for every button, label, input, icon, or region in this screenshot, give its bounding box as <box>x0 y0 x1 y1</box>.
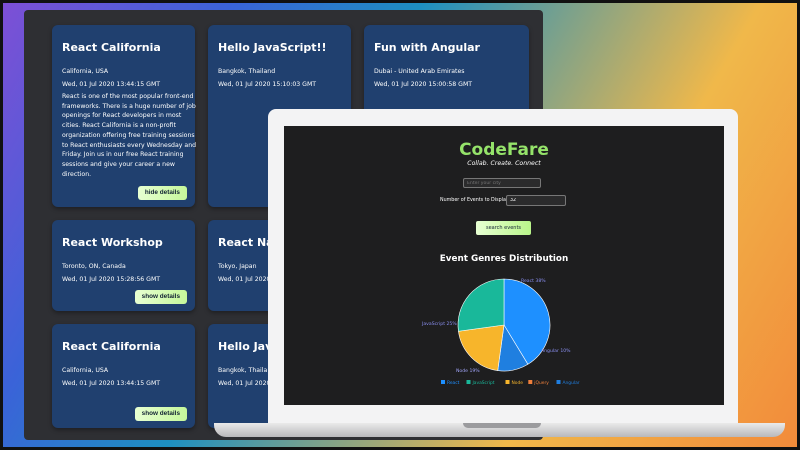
hide-details-button[interactable]: hide details <box>137 186 187 200</box>
legend-label-jquery[interactable]: jQuery <box>533 380 549 386</box>
event-location: California, USA <box>62 367 109 374</box>
genre-pie-chart: React 38% Angular 10% Node 19% JavaScript 2… <box>421 278 580 386</box>
pie-label-angular: Angular 10% <box>541 348 571 354</box>
event-date: Wed, 01 Jul 2020 15:00:58 GMT <box>374 81 473 88</box>
pie-label-node: Node 19% <box>456 368 480 374</box>
event-title: React Workshop <box>62 236 163 249</box>
laptop-screen: CodeFare Collab. Create. Connect Number … <box>284 126 724 405</box>
legend-label-react[interactable]: React <box>447 380 460 386</box>
legend-swatch-angular <box>556 380 561 384</box>
event-date: Wed, 01 Jul 2020 13:44:15 GMT <box>62 380 161 387</box>
event-date: Wed, 01 Jul 2020 <box>218 380 271 387</box>
event-location: Dubai - United Arab Emirates <box>374 68 465 75</box>
legend-swatch-javascript <box>466 380 471 384</box>
event-location: Bangkok, Thailand <box>218 68 276 75</box>
event-card: React California California, USA Wed, 01… <box>52 324 195 428</box>
event-title: React California <box>62 340 161 353</box>
event-date: Wed, 01 Jul 2020 15:10:03 GMT <box>218 81 317 88</box>
show-details-button[interactable]: show details <box>134 290 187 304</box>
pie-slice-node[interactable] <box>458 324 505 371</box>
legend-swatch-jquery <box>528 380 533 384</box>
legend-label-node[interactable]: Node <box>512 380 524 386</box>
event-title: Fun with Angular <box>374 41 480 54</box>
legend-swatch-react <box>441 380 445 384</box>
event-date: Wed, 01 Jul 2020 15:28:56 GMT <box>62 276 161 283</box>
event-title: Hello JavaScript!! <box>218 41 327 54</box>
event-location: California, USA <box>62 68 109 75</box>
show-details-button[interactable]: show details <box>134 407 187 421</box>
event-date: Wed, 01 Jul 2020 13:44:15 GMT <box>62 81 161 88</box>
event-card: React California California, USA Wed, 01… <box>52 25 197 207</box>
pie-label-react: React 38% <box>521 278 546 284</box>
legend-swatch-node <box>505 380 510 384</box>
pie-label-javascript: JavaScript 25% <box>421 321 457 327</box>
event-card: React Workshop Toronto, ON, Canada Wed, … <box>52 220 195 311</box>
legend-label-javascript[interactable]: JavaScript <box>472 380 495 386</box>
pie-slice-javascript[interactable] <box>457 278 505 332</box>
laptop-notch <box>463 423 541 428</box>
event-title: React California <box>62 41 161 54</box>
event-description: React is one of the most popular front-e… <box>62 93 197 178</box>
event-location: Tokyo, Japan <box>218 263 257 270</box>
legend-label-angular[interactable]: Angular <box>563 380 580 386</box>
event-location: Bangkok, Thaila <box>218 367 268 374</box>
event-location: Toronto, ON, Canada <box>62 263 126 270</box>
event-date: Wed, 01 Jul 2020 <box>218 276 271 283</box>
